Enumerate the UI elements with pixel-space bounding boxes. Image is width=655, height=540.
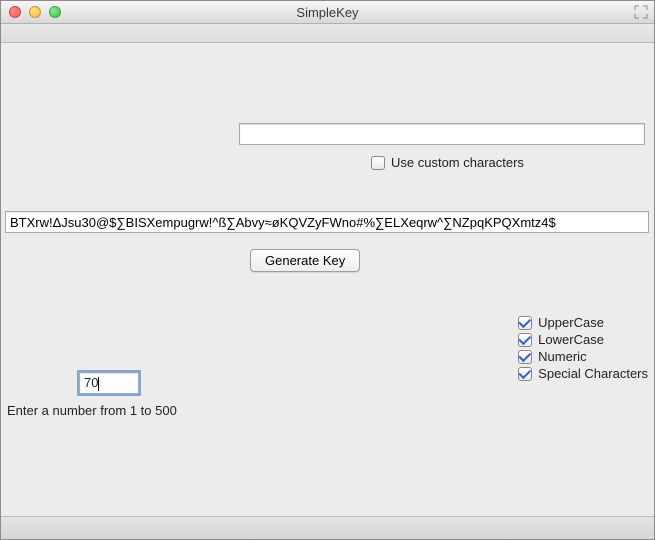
close-icon[interactable] xyxy=(9,6,21,18)
option-special: Special Characters xyxy=(518,366,648,381)
option-lowercase: LowerCase xyxy=(518,332,648,347)
special-characters-checkbox[interactable] xyxy=(518,367,532,381)
length-value: 70 xyxy=(84,375,98,390)
length-hint-label: Enter a number from 1 to 500 xyxy=(7,403,177,418)
numeric-checkbox[interactable] xyxy=(518,350,532,364)
toolbar-strip xyxy=(1,24,654,43)
use-custom-characters-checkbox[interactable] xyxy=(371,156,385,170)
custom-characters-input[interactable] xyxy=(239,123,645,145)
content-area: Use custom characters Generate Key Upper… xyxy=(1,43,654,516)
text-caret-icon xyxy=(98,377,99,391)
use-custom-characters-label: Use custom characters xyxy=(391,155,524,170)
use-custom-characters-row: Use custom characters xyxy=(371,155,524,170)
lowercase-checkbox[interactable] xyxy=(518,333,532,347)
lowercase-label: LowerCase xyxy=(538,332,604,347)
uppercase-checkbox[interactable] xyxy=(518,316,532,330)
generate-key-button[interactable]: Generate Key xyxy=(250,249,360,272)
app-window: SimpleKey Use custom characters Generate… xyxy=(0,0,655,540)
option-uppercase: UpperCase xyxy=(518,315,648,330)
generated-key-output[interactable] xyxy=(5,211,649,233)
character-options: UpperCase LowerCase Numeric Special Char… xyxy=(518,315,648,381)
option-numeric: Numeric xyxy=(518,349,648,364)
length-input[interactable]: 70 xyxy=(79,372,139,394)
minimize-icon[interactable] xyxy=(29,6,41,18)
zoom-icon[interactable] xyxy=(49,6,61,18)
special-characters-label: Special Characters xyxy=(538,366,648,381)
fullscreen-icon[interactable] xyxy=(634,5,648,19)
footer-strip xyxy=(1,516,654,539)
window-title: SimpleKey xyxy=(1,5,654,20)
numeric-label: Numeric xyxy=(538,349,586,364)
titlebar: SimpleKey xyxy=(1,1,654,24)
uppercase-label: UpperCase xyxy=(538,315,604,330)
window-controls xyxy=(9,6,61,18)
